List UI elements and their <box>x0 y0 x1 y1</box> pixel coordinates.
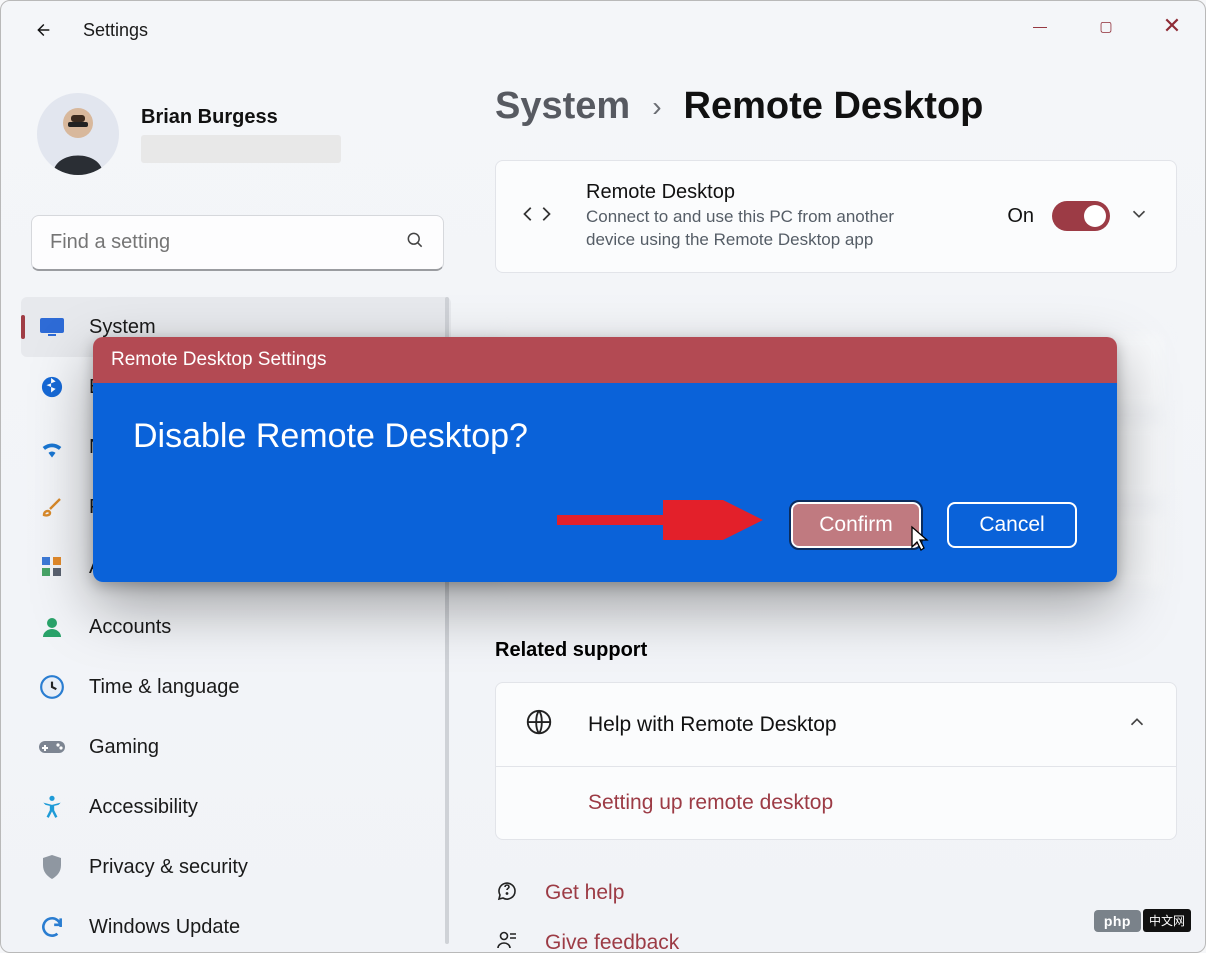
sidebar-item-label: System <box>89 316 156 339</box>
apps-icon <box>37 552 67 582</box>
user-block[interactable]: Brian Burgess <box>37 93 341 175</box>
sidebar-item-label: Privacy & security <box>89 856 248 879</box>
card-subtitle: Connect to and use this PC from another … <box>586 206 906 252</box>
sidebar-item-accessibility[interactable]: Accessibility <box>21 777 451 837</box>
card-text: Remote Desktop Connect to and use this P… <box>586 181 1007 252</box>
breadcrumb: System › Remote Desktop <box>495 85 1177 128</box>
back-button[interactable] <box>25 13 59 47</box>
give-feedback-label: Give feedback <box>545 931 679 953</box>
avatar <box>37 93 119 175</box>
sidebar-item-privacy-security[interactable]: Privacy & security <box>21 837 451 897</box>
main-pane-lower: Related support Help with Remote Desktop… <box>495 591 1177 952</box>
sidebar-item-time-language[interactable]: Time & language <box>21 657 451 717</box>
dialog-question: Disable Remote Desktop? <box>133 417 1077 456</box>
help-card: Help with Remote Desktop Setting up remo… <box>495 682 1177 840</box>
clock-icon <box>37 672 67 702</box>
search-box[interactable] <box>31 215 444 271</box>
sync-icon <box>37 912 67 942</box>
sidebar-item-label: Time & language <box>89 676 239 699</box>
breadcrumb-parent[interactable]: System <box>495 85 630 128</box>
page-title: Remote Desktop <box>684 85 984 128</box>
sidebar-item-label: Windows Update <box>89 916 240 939</box>
search-input[interactable] <box>50 231 405 254</box>
search-icon <box>405 230 425 255</box>
avatar-icon <box>37 93 119 175</box>
cancel-button[interactable]: Cancel <box>947 502 1077 548</box>
chevron-right-icon: › <box>652 91 661 123</box>
get-help-label: Get help <box>545 881 624 905</box>
sidebar-item-accounts[interactable]: Accounts <box>21 597 451 657</box>
remote-desktop-card[interactable]: Remote Desktop Connect to and use this P… <box>495 160 1177 273</box>
window-controls: — ▢ ✕ <box>1007 1 1205 51</box>
sidebar-item-label: Gaming <box>89 736 159 759</box>
gamepad-icon <box>37 732 67 762</box>
globe-icon <box>524 707 556 742</box>
toggle-row: On <box>1007 201 1150 231</box>
sidebar-item-label: Accessibility <box>89 796 198 819</box>
badge-cn: 中文网 <box>1143 909 1191 932</box>
confirm-dialog: Remote Desktop Settings Disable Remote D… <box>93 337 1117 582</box>
arrow-left-icon <box>31 19 53 41</box>
user-email-placeholder <box>141 135 341 163</box>
titlebar: Settings — ▢ ✕ <box>1 1 1205 59</box>
dialog-title: Remote Desktop Settings <box>93 337 1117 383</box>
sidebar-item-gaming[interactable]: Gaming <box>21 717 451 777</box>
sidebar-item-windows-update[interactable]: Windows Update <box>21 897 451 952</box>
wifi-icon <box>37 432 67 462</box>
help-link: Setting up remote desktop <box>524 791 1148 815</box>
bluetooth-icon <box>37 372 67 402</box>
remote-desktop-icon <box>522 199 556 234</box>
chevron-down-icon[interactable] <box>1128 203 1150 230</box>
dialog-body: Disable Remote Desktop? Confirm Cancel <box>93 383 1117 582</box>
user-text: Brian Burgess <box>119 106 341 163</box>
shield-icon <box>37 852 67 882</box>
monitor-icon <box>37 312 67 342</box>
maximize-button[interactable]: ▢ <box>1073 1 1139 51</box>
help-link-row[interactable]: Setting up remote desktop <box>496 767 1176 839</box>
remote-desktop-toggle[interactable] <box>1052 201 1110 231</box>
badge-php: php <box>1094 910 1141 932</box>
help-row[interactable]: Help with Remote Desktop <box>496 683 1176 767</box>
toggle-knob <box>1084 205 1106 227</box>
footer-links: Get help Give feedback <box>495 878 1177 953</box>
person-icon <box>37 612 67 642</box>
minimize-button[interactable]: — <box>1007 1 1073 51</box>
settings-window: { "app": { "title": "Settings" }, "windo… <box>0 0 1206 953</box>
feedback-icon <box>495 928 521 953</box>
accessibility-icon <box>37 792 67 822</box>
close-button[interactable]: ✕ <box>1139 1 1205 51</box>
related-heading: Related support <box>495 639 1177 662</box>
sidebar-item-label: Accounts <box>89 616 171 639</box>
give-feedback-link[interactable]: Give feedback <box>495 928 1177 953</box>
help-title: Help with Remote Desktop <box>588 713 1126 737</box>
chevron-up-icon <box>1126 711 1148 738</box>
app-title: Settings <box>83 20 148 41</box>
user-name: Brian Burgess <box>141 106 341 129</box>
get-help-link[interactable]: Get help <box>495 878 1177 908</box>
card-title: Remote Desktop <box>586 181 1007 204</box>
watermark-badge: php 中文网 <box>1094 909 1191 932</box>
confirm-button[interactable]: Confirm <box>791 502 921 548</box>
brush-icon <box>37 492 67 522</box>
help-icon <box>495 878 521 908</box>
toggle-state-label: On <box>1007 205 1034 228</box>
